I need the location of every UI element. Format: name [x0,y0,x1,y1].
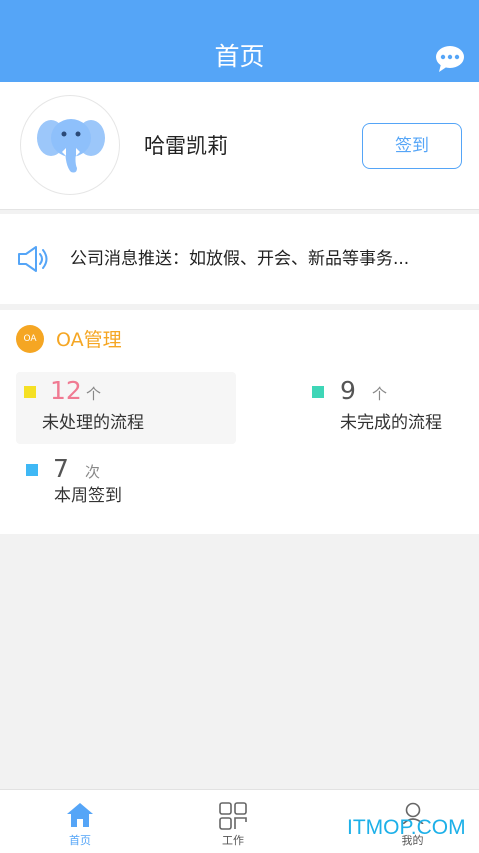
home-icon [67,803,93,827]
avatar[interactable] [20,95,120,195]
oa-badge-icon: OA [16,325,44,353]
tab-label: 首页 [69,834,91,847]
message-icon[interactable] [435,45,465,73]
stat-unit: 次 [85,463,101,481]
stat-label: 未完成的流程 [340,413,442,433]
stat-label: 未处理的流程 [42,413,144,433]
top-bar: 首页 [0,0,479,82]
profile-card: 哈雷凯莉 签到 [0,82,479,210]
elephant-icon [37,119,105,173]
oa-title: OA管理 [56,329,122,351]
username: 哈雷凯莉 [144,134,228,158]
stat-value: 7 [53,454,69,483]
stat-weekly-signin[interactable]: 7 次 本周签到 [16,450,216,516]
stat-dot-blue [26,464,38,476]
stat-dot-yellow [24,386,36,398]
stat-dot-teal [312,386,324,398]
stat-value: 9 [340,376,356,405]
speaker-icon [18,246,48,272]
stat-unit: 个 [86,385,102,403]
stat-label: 本周签到 [54,486,122,506]
stat-value: 12 [50,376,82,405]
tab-home[interactable]: 首页 [0,790,160,853]
stat-unit: 个 [372,385,388,403]
page-title: 首页 [214,42,265,71]
stat-unfinished-flows[interactable]: 9 个 未完成的流程 [304,372,464,444]
tab-label: 工作 [222,834,244,847]
grid-icon [219,802,247,830]
tab-work[interactable]: 工作 [153,790,313,853]
oa-section: OA OA管理 12 个 未处理的流程 9 个 未完成的流程 7 次 本周签到 [0,310,479,534]
watermark: ITMOP.COM [347,816,466,839]
notice-bar[interactable]: 公司消息推送：如放假、开会、新品等事务... [0,214,479,304]
stat-pending-flows[interactable]: 12 个 未处理的流程 [16,372,236,444]
signin-button[interactable]: 签到 [362,123,462,169]
notice-text: 公司消息推送：如放假、开会、新品等事务... [70,249,410,269]
